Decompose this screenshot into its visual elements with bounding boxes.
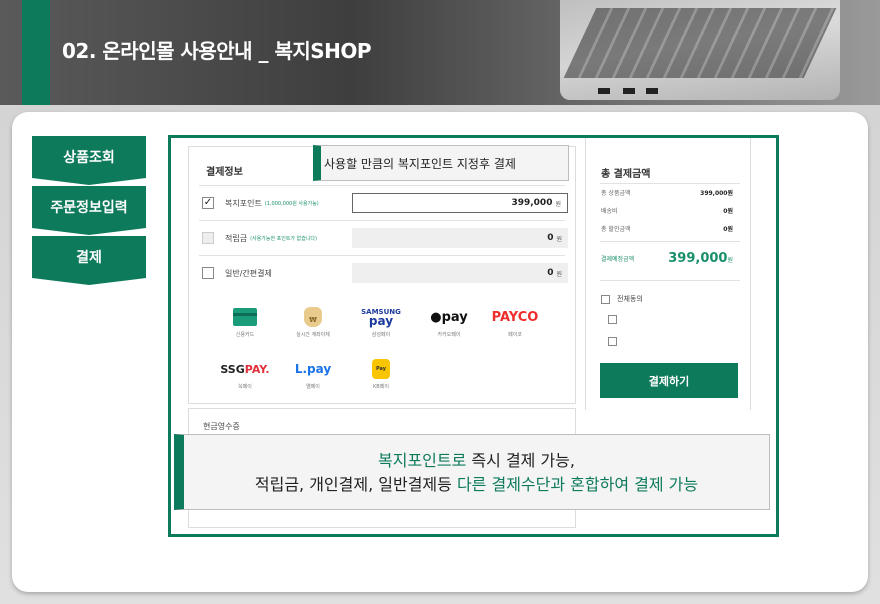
callout-highlight: 다른 결제수단과 혼합하여 결제 가능 bbox=[456, 475, 699, 494]
method-l-pay[interactable]: L.pay 엘페이 bbox=[283, 359, 343, 390]
summary-line-value: 0원 bbox=[723, 226, 733, 233]
divider bbox=[600, 280, 740, 281]
summary-line-label: 총 상품금액 bbox=[601, 190, 631, 197]
port-icon bbox=[623, 88, 635, 94]
port-icon bbox=[646, 88, 658, 94]
method-name: 엘페이 bbox=[306, 384, 320, 390]
payment-info-title: 결제정보 bbox=[206, 167, 243, 178]
kb-pay-icon: Pay bbox=[372, 359, 390, 379]
callout-text: 즉시 결제 가능, bbox=[466, 451, 575, 470]
currency-unit: 원 bbox=[555, 200, 561, 208]
summary-line: 총 할인금액 0원 bbox=[601, 224, 733, 233]
currency-unit: 원 bbox=[556, 270, 562, 278]
method-name: 쓱페이 bbox=[238, 384, 252, 390]
divider bbox=[199, 220, 565, 221]
keyboard-image bbox=[563, 8, 837, 78]
payment-info-panel: 결제정보 ✓ 복지포인트 (1,000,000원 사용가능) 399,000 원… bbox=[188, 146, 576, 404]
summary-line-value: 0원 bbox=[723, 208, 733, 215]
money-bag-icon: ₩ bbox=[304, 307, 322, 327]
summary-line-value: 399,000원 bbox=[700, 190, 733, 197]
payco-logo: PAYCO bbox=[491, 309, 539, 325]
total-amount: 결제예정금액 399,000원 bbox=[601, 251, 733, 266]
divider bbox=[199, 255, 565, 256]
general-pay-checkbox[interactable] bbox=[202, 267, 214, 279]
general-pay-amount-input[interactable]: 0 원 bbox=[352, 263, 568, 283]
reserve-amount: 0 bbox=[547, 233, 554, 243]
general-pay-amount: 0 bbox=[547, 268, 554, 278]
welfare-point-amount-input[interactable]: 399,000 원 bbox=[352, 193, 568, 213]
cash-receipt-title: 현금영수증 bbox=[203, 422, 240, 431]
method-name: 삼성페이 bbox=[371, 332, 391, 338]
method-kakao-pay[interactable]: ●pay 카카오페이 bbox=[419, 307, 479, 339]
reserve-row: 적립금 (사용가능한 포인트가 없습니다) 0 원 bbox=[202, 227, 572, 249]
method-name: 신용카드 bbox=[235, 332, 255, 338]
method-bank-transfer[interactable]: ₩ 실시간 계좌이체 bbox=[283, 307, 343, 338]
summary-line-label: 총 할인금액 bbox=[601, 226, 631, 233]
general-pay-label: 일반/간편결제 bbox=[225, 268, 272, 278]
divider bbox=[600, 183, 740, 184]
l-pay-logo: L.pay bbox=[294, 362, 332, 376]
summary-line: 총 상품금액 399,000원 bbox=[601, 188, 733, 197]
total-label: 결제예정금액 bbox=[601, 256, 635, 263]
ssg-pay-logo: SSG bbox=[220, 362, 245, 376]
agree-item[interactable] bbox=[608, 337, 748, 346]
agree-all-label: 전체동의 bbox=[617, 295, 643, 303]
welfare-point-available: (1,000,000원 사용가능) bbox=[264, 200, 319, 207]
step-payment: 결제 bbox=[32, 236, 146, 285]
divider bbox=[600, 241, 740, 242]
method-name: KB페이 bbox=[373, 384, 389, 390]
callout-text: 적립금, 개인결제, 일반결제등 bbox=[254, 475, 457, 494]
method-name: 페이코 bbox=[508, 332, 522, 338]
method-ssg-pay[interactable]: SSG PAY. 쓱페이 bbox=[215, 359, 275, 391]
accent-stripe bbox=[22, 0, 50, 105]
order-summary: 총 결제금액 총 상품금액 399,000원 배송비 0원 총 할인금액 0원 … bbox=[585, 138, 751, 410]
credit-card-icon bbox=[233, 308, 257, 326]
summary-line-label: 배송비 bbox=[601, 208, 618, 215]
general-pay-row: 일반/간편결제 0 원 bbox=[202, 262, 572, 284]
agree-all[interactable]: 전체동의 bbox=[601, 294, 643, 304]
reserve-label: 적립금 bbox=[225, 233, 248, 243]
kakao-pay-logo: ●pay bbox=[430, 309, 468, 325]
method-name: 카카오페이 bbox=[437, 332, 461, 338]
callout-mixed-payment: 복지포인트로 즉시 결제 가능, 적립금, 개인결제, 일반결제등 다른 결제수… bbox=[174, 434, 770, 510]
method-credit-card[interactable]: 신용카드 bbox=[215, 307, 275, 338]
total-value: 399,000원 bbox=[668, 251, 733, 266]
agree-item[interactable] bbox=[608, 315, 748, 324]
reserve-available: (사용가능한 포인트가 없습니다) bbox=[250, 235, 317, 242]
method-name: 실시간 계좌이체 bbox=[296, 332, 330, 338]
samsung-pay-logo: pay bbox=[368, 314, 394, 328]
agree-item-checkbox[interactable] bbox=[608, 315, 617, 324]
page-title: 02. 온라인몰 사용안내 _ 복지SHOP bbox=[62, 39, 372, 63]
summary-line: 배송비 0원 bbox=[601, 206, 733, 215]
callout-highlight: 복지포인트로 bbox=[378, 451, 467, 470]
callout-point-instruction: 사용할 만큼의 복지포인트 지정후 결제 bbox=[313, 145, 569, 181]
pay-button[interactable]: 결제하기 bbox=[600, 363, 738, 398]
port-icon bbox=[598, 88, 610, 94]
reserve-amount-input[interactable]: 0 원 bbox=[352, 228, 568, 248]
divider bbox=[199, 185, 565, 186]
reserve-checkbox[interactable] bbox=[202, 232, 214, 244]
welfare-point-label: 복지포인트 bbox=[225, 198, 262, 208]
welfare-point-amount: 399,000 bbox=[511, 198, 553, 208]
total-unit: 원 bbox=[727, 257, 733, 264]
method-payco[interactable]: PAYCO 페이코 bbox=[485, 307, 545, 339]
welfare-point-row: ✓ 복지포인트 (1,000,000원 사용가능) 399,000 원 bbox=[202, 192, 572, 214]
step-product-search: 상품조회 bbox=[32, 136, 146, 185]
ssg-pay-logo: PAY. bbox=[244, 362, 270, 376]
agree-item-checkbox[interactable] bbox=[608, 337, 617, 346]
method-kb-pay[interactable]: Pay KB페이 bbox=[351, 359, 411, 390]
agree-all-checkbox[interactable] bbox=[601, 294, 610, 304]
step-order-info: 주문정보입력 bbox=[32, 186, 146, 235]
total-number: 399,000 bbox=[668, 251, 728, 266]
welfare-point-checkbox[interactable]: ✓ bbox=[202, 197, 214, 209]
method-samsung-pay[interactable]: SAMSUNG pay 삼성페이 bbox=[351, 307, 411, 338]
header-banner: 02. 온라인몰 사용안내 _ 복지SHOP bbox=[0, 0, 880, 105]
summary-title: 총 결제금액 bbox=[601, 169, 651, 180]
currency-unit: 원 bbox=[556, 235, 562, 243]
